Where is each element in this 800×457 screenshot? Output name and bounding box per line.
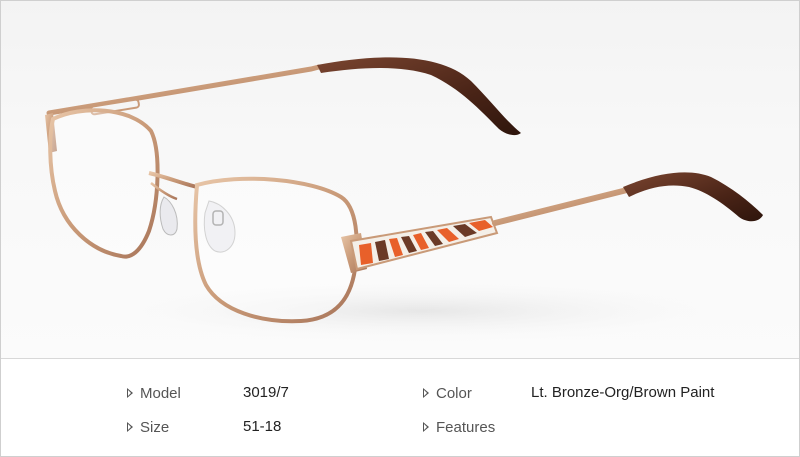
triangle-bullet-icon	[127, 388, 133, 398]
color-value: Lt. Bronze-Org/Brown Paint	[531, 384, 715, 401]
spec-table: Model 3019/7 Size 51-18 Color Lt. Bronze…	[1, 359, 799, 456]
product-image	[1, 1, 799, 358]
left-lens-rim	[48, 108, 160, 259]
floor-shadow	[101, 281, 741, 341]
product-card: Model 3019/7 Size 51-18 Color Lt. Bronze…	[0, 0, 800, 457]
right-lens-rim	[193, 176, 359, 324]
features-label[interactable]: Features	[436, 419, 495, 436]
spec-size: Size	[127, 417, 169, 437]
near-temple-tip	[623, 172, 763, 222]
color-label: Color	[436, 384, 472, 402]
model-value: 3019/7	[243, 384, 289, 401]
model-label: Model	[140, 384, 181, 402]
eyeglasses-illustration	[45, 57, 763, 341]
triangle-bullet-icon	[127, 422, 133, 432]
triangle-bullet-icon	[423, 388, 429, 398]
far-temple-tip	[317, 57, 521, 136]
triangle-bullet-icon	[423, 422, 429, 432]
size-value: 51-18	[243, 418, 282, 435]
spec-features[interactable]: Features	[423, 417, 495, 437]
size-label: Size	[140, 418, 170, 436]
far-temple-arm	[46, 64, 322, 116]
spec-color: Color	[423, 383, 472, 403]
near-temple-arm	[492, 186, 634, 226]
spec-model: Model	[127, 383, 181, 403]
left-nose-pad	[159, 196, 178, 236]
painted-temple-decoration	[349, 215, 499, 271]
